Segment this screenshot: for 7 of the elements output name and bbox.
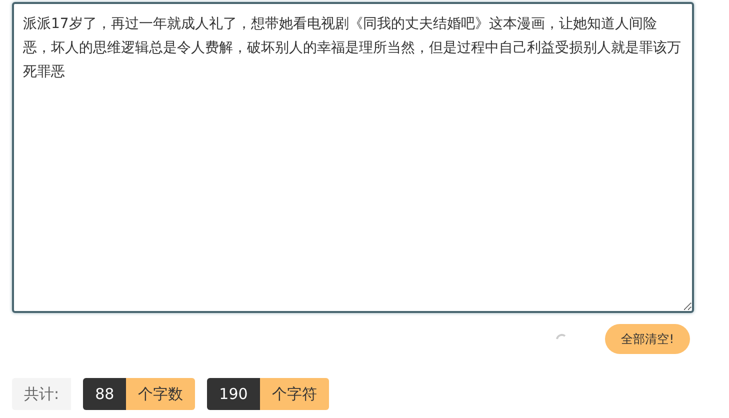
count-unit: 个字符	[260, 378, 329, 410]
count-value: 190	[207, 378, 260, 410]
count-unit: 个字数	[126, 378, 196, 410]
clear-all-button[interactable]: 全部清空!	[605, 324, 690, 354]
text-area[interactable]: 派派17岁了，再过一年就成人礼了，想带她看电视剧《同我的丈夫结婚吧》这本漫画，让她知道人间险恶，坏人的思维逻辑总是令人费解，破坏别人的幸福是理所当然，但是过程中自己利益受损别人就是罪该万死罪恶	[12, 2, 694, 313]
total-label: 共计:	[12, 378, 72, 410]
count-value: 88	[83, 378, 126, 410]
